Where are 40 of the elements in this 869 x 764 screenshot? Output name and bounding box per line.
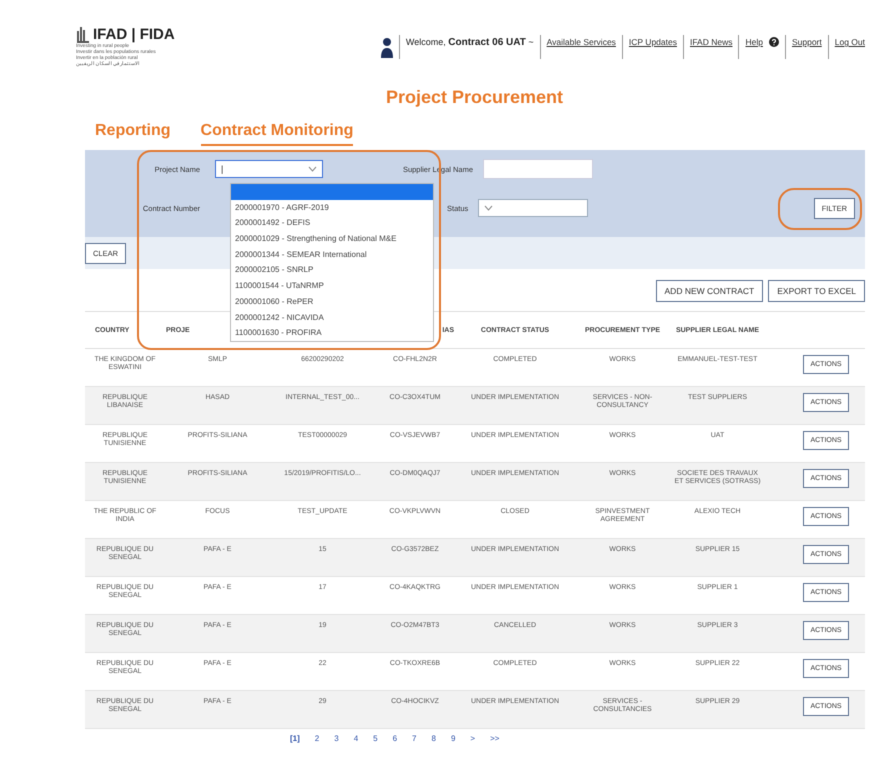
page-link[interactable]: 7 (412, 734, 416, 743)
nav-link[interactable]: IFAD News (690, 37, 732, 47)
dropdown-option[interactable] (231, 184, 433, 200)
page-link[interactable]: 4 (354, 734, 358, 743)
nav-link[interactable]: Log Out (834, 37, 865, 47)
help-icon (768, 37, 779, 47)
dropdown-option[interactable]: 2000001970 - AGRF-2019 (231, 200, 433, 216)
page-link[interactable]: 6 (392, 734, 398, 743)
dropdown-option[interactable]: 2000001029 - Strengthening of National M&E (231, 231, 433, 247)
page-link[interactable]: > (470, 734, 476, 743)
nav-link[interactable]: ICP Updates (628, 37, 677, 47)
page-link[interactable]: 9 (450, 734, 456, 743)
page-link[interactable]: 5 (373, 734, 378, 743)
nav-link[interactable]: Support (792, 37, 822, 47)
page-link[interactable]: 2 (314, 734, 320, 743)
user-avatar-icon (380, 37, 393, 59)
action-button[interactable]: EXPORT TO EXCEL (768, 280, 865, 302)
page-title: Project Procurement (384, 87, 564, 109)
action-button[interactable]: ADD NEW CONTRACT (656, 280, 764, 302)
wheat-logo-icon (76, 25, 90, 43)
project-name-select[interactable]: | (215, 160, 323, 178)
logo-text: IFAD | FIDA (93, 26, 175, 42)
page-link[interactable]: [1] (290, 734, 300, 743)
dropdown-option[interactable]: 2000001492 - DEFIS (231, 215, 433, 232)
nav-link[interactable]: Available Services (546, 37, 616, 47)
chevron-icon (484, 205, 494, 211)
chevron-icon (308, 166, 317, 172)
dropdown-option[interactable]: 2000002105 - SNRLP (231, 262, 433, 278)
status-select[interactable] (478, 199, 588, 217)
page-link[interactable]: 3 (334, 734, 339, 743)
page-link[interactable]: >> (490, 734, 500, 743)
dropdown-option[interactable]: 1100001544 - UTaNRMP (231, 278, 433, 294)
dropdown-option[interactable]: 2000001344 - SEMEAR International (231, 246, 433, 262)
nav-link[interactable]: Help (745, 37, 763, 47)
welcome-menu[interactable]: Welcome, Contract 06 UAT ~ (406, 37, 534, 48)
dropdown-option[interactable]: 2000001242 - NICAVIDA (231, 310, 433, 326)
dropdown-option[interactable]: 2000001060 - RePER (231, 294, 433, 310)
dropdown-option[interactable]: 1100001630 - PROFIRA (231, 325, 433, 341)
page-link[interactable]: 8 (432, 734, 436, 743)
supplier-name-field[interactable] (483, 159, 593, 179)
